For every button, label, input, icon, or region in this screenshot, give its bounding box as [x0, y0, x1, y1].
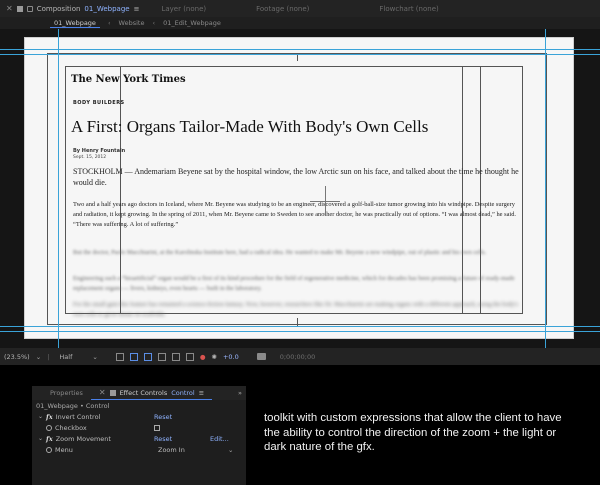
footage-tab-label: Footage (none) [256, 4, 310, 13]
grid-guides-icon[interactable] [171, 352, 180, 361]
effect-name: Invert Control [55, 412, 101, 421]
transparency-grid-icon[interactable] [129, 352, 138, 361]
chevron-left-icon: ‹ [107, 19, 111, 27]
chevron-down-icon[interactable]: ⌄ [228, 446, 233, 454]
color-wheel-icon[interactable]: ● [200, 353, 206, 361]
fx-icon[interactable]: fx [46, 435, 53, 443]
stopwatch-icon[interactable] [46, 446, 52, 453]
fast-previews-icon[interactable] [115, 352, 124, 361]
article-paragraph: But the doctor, Paolo Macchiarini, at th… [73, 249, 487, 256]
hamburger-icon[interactable]: ≡ [134, 5, 140, 13]
chevron-down-icon[interactable]: ⌄ [36, 353, 41, 361]
channel-icon[interactable] [185, 352, 194, 361]
article-headline: A First: Organs Tailor-Made With Body's … [71, 117, 429, 136]
article-paragraph: Engineering such a “bioartificial” organ… [73, 275, 515, 292]
tab-layer[interactable]: Layer (none) [155, 0, 212, 17]
article-paragraph: Two and a half years ago doctors in Icel… [73, 201, 517, 228]
effect-row-invert-control[interactable]: ⌄ fx Invert Control Reset [32, 411, 246, 422]
article-byline: By Henry Fountain [73, 148, 126, 154]
viewer-status-bar: (23.5%) ⌄ | Half ⌄ ● ✺ +0.0 0;00;00;00 [0, 348, 600, 365]
fx-icon[interactable]: fx [46, 413, 53, 421]
reset-button[interactable]: Reset [154, 413, 172, 421]
tab-properties[interactable]: Properties [32, 386, 91, 400]
tab-flowchart[interactable]: Flowchart (none) [373, 0, 444, 17]
menu-dropdown[interactable]: Zoom In [158, 446, 185, 454]
ruler-guide[interactable] [0, 331, 600, 332]
ruler-guide[interactable] [58, 29, 59, 348]
effect-label: ⌄ fx Zoom Movement [38, 435, 111, 443]
property-row-checkbox: Checkbox [32, 422, 246, 433]
property-label: Checkbox [46, 424, 87, 432]
lock-icon[interactable] [26, 5, 33, 12]
article-paragraph: For the small gain this feature has rema… [73, 301, 519, 318]
webpage-artboard: The New York Times BODY BUILDERS A First… [24, 37, 574, 339]
effect-row-zoom-movement[interactable]: ⌄ fx Zoom Movement Reset Edit... [32, 433, 246, 444]
snapshot-camera-icon[interactable] [256, 353, 266, 360]
hamburger-icon[interactable]: ≡ [199, 389, 204, 397]
mask-visibility-icon[interactable] [143, 352, 152, 361]
breadcrumb-item-website[interactable]: Website [119, 19, 145, 27]
article-date: Sept. 15, 2012 [73, 155, 107, 160]
breadcrumb-item-01-edit-webpage[interactable]: 01_Edit_Webpage [163, 19, 221, 27]
newspaper-masthead: The New York Times [71, 74, 186, 85]
breadcrumb-item-01-webpage[interactable]: 01_Webpage [50, 19, 100, 28]
effect-controls-layer-title: 01_Webpage • Control [36, 401, 110, 410]
reset-button[interactable]: Reset [154, 435, 172, 443]
caption-text: toolkit with custom expressions that all… [264, 412, 562, 453]
ruler-guide[interactable] [0, 49, 600, 50]
tab-footage[interactable]: Footage (none) [250, 0, 315, 17]
current-time-timecode[interactable]: 0;00;00;00 [280, 353, 316, 361]
tab-composition[interactable]: ✕ Composition 01_Webpage ≡ [0, 0, 145, 17]
chevron-left-icon: ‹ [152, 19, 156, 27]
more-panels-icon[interactable]: » [238, 389, 246, 397]
property-label: Menu [46, 446, 73, 454]
close-icon[interactable]: ✕ [99, 388, 106, 397]
ruler-guide[interactable] [0, 54, 600, 55]
composition-tab-name: 01_Webpage [84, 4, 130, 13]
property-row-menu: Menu Zoom In ⌄ [32, 444, 246, 455]
region-of-interest-icon[interactable] [157, 352, 166, 361]
tab-effect-controls[interactable]: ✕ Effect Controls Control ≡ [90, 386, 213, 400]
edit-button[interactable]: Edit... [210, 435, 229, 443]
article-paragraph: STOCKHOLM — Andemariam Beyene sat by the… [73, 167, 519, 187]
article-section: BODY BUILDERS [73, 100, 125, 106]
checkbox-control[interactable] [154, 424, 160, 431]
effect-name: Zoom Movement [55, 434, 111, 443]
ruler-guide[interactable] [0, 326, 600, 327]
exposure-value[interactable]: +0.0 [223, 353, 239, 361]
flowchart-tab-label: Flowchart (none) [379, 4, 439, 13]
composition-canvas[interactable]: The New York Times BODY BUILDERS A First… [0, 29, 600, 348]
twirl-down-icon[interactable]: ⌄ [38, 435, 43, 442]
chevron-down-icon[interactable]: ⌄ [92, 353, 97, 361]
divider: | [47, 352, 50, 361]
layer-tab-label: Layer (none) [161, 4, 207, 13]
panel-menu-icon[interactable] [16, 5, 23, 12]
ruler-guide[interactable] [545, 29, 546, 348]
resolution-dropdown[interactable]: Half [59, 353, 72, 361]
composition-tab-label: Composition [36, 4, 81, 13]
effect-controls-panel: Properties ✕ Effect Controls Control ≡ »… [32, 386, 246, 485]
effect-controls-tab-label: Effect Controls [119, 388, 168, 397]
stopwatch-icon[interactable] [46, 424, 52, 431]
composition-viewer: ✕ Composition 01_Webpage ≡ Layer (none) … [0, 0, 600, 365]
panel-menu-icon[interactable] [109, 389, 116, 396]
panel-tab-bar: Properties ✕ Effect Controls Control ≡ » [32, 386, 246, 400]
property-name: Checkbox [55, 423, 87, 432]
effect-controls-target: Control [171, 388, 195, 397]
properties-tab-label: Properties [50, 389, 83, 397]
exposure-icon[interactable]: ✺ [211, 353, 216, 361]
property-name: Menu [55, 445, 73, 454]
zoom-level-dropdown[interactable]: (23.5%) [4, 353, 30, 361]
twirl-down-icon[interactable]: ⌄ [38, 413, 43, 420]
anchor-crosshair [325, 186, 326, 216]
viewer-tab-bar: ✕ Composition 01_Webpage ≡ Layer (none) … [0, 0, 600, 17]
effect-label: ⌄ fx Invert Control [38, 413, 100, 421]
close-icon[interactable]: ✕ [6, 4, 13, 13]
composition-breadcrumb: 01_Webpage ‹ Website ‹ 01_Edit_Webpage [0, 17, 600, 29]
